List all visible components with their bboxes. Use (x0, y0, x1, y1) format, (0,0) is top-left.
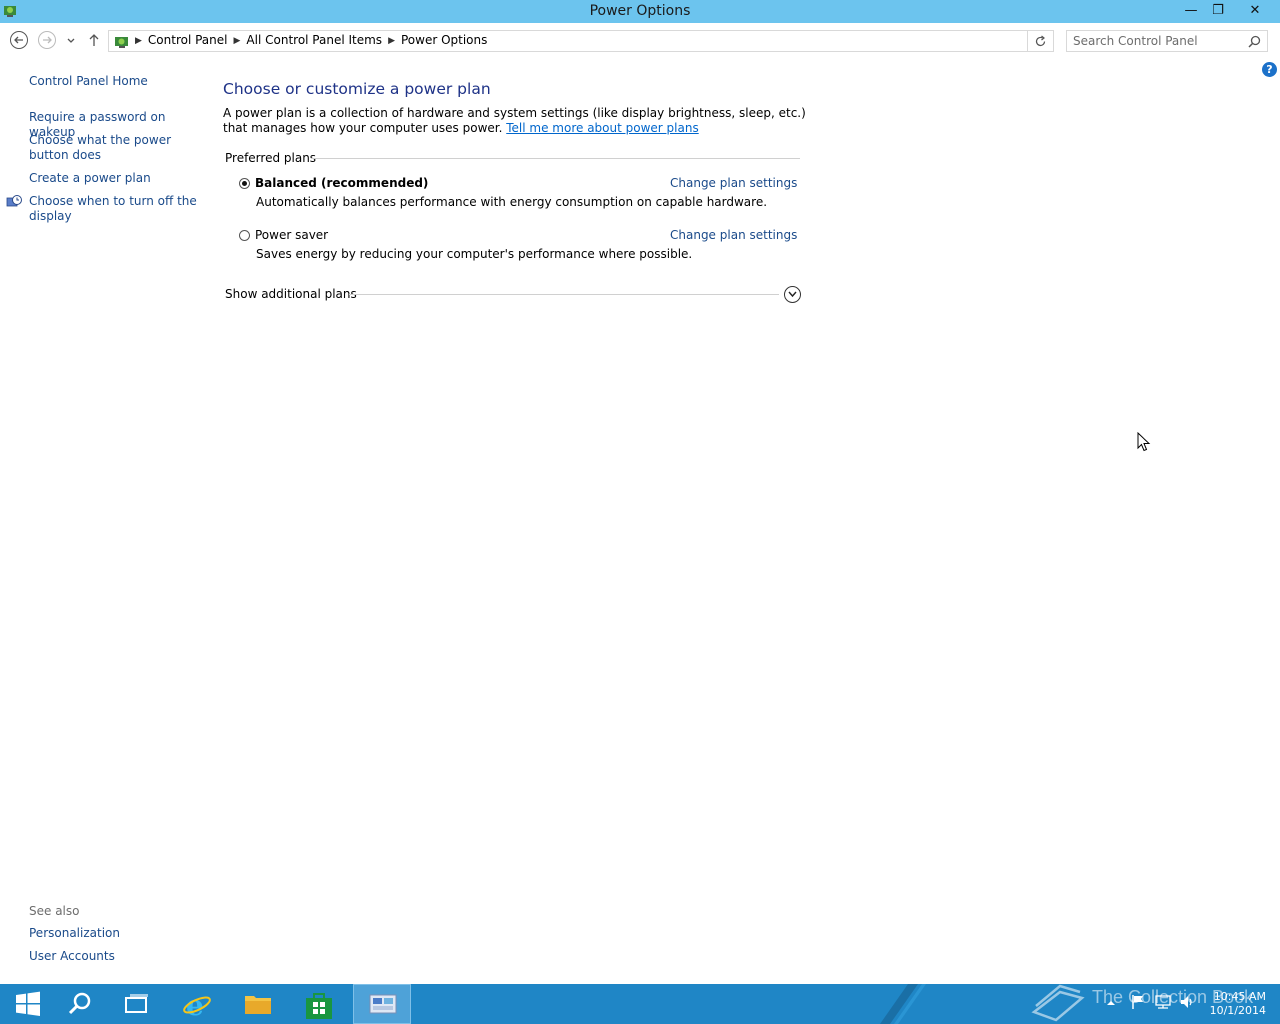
forward-button[interactable] (37, 30, 57, 50)
change-plan-settings-link[interactable]: Change plan settings (670, 228, 797, 242)
internet-explorer-icon: e (183, 990, 211, 1020)
chevron-down-icon (67, 38, 75, 43)
up-arrow-icon (89, 34, 99, 46)
see-also-label: See also (29, 904, 80, 918)
tell-me-more-link[interactable]: Tell me more about power plans (506, 121, 698, 135)
folder-icon (245, 996, 271, 1014)
personalization-link[interactable]: Personalization (29, 926, 199, 941)
search-input[interactable] (1073, 33, 1238, 49)
plan-name[interactable]: Balanced (recommended) (255, 176, 428, 190)
preferred-plans-label: Preferred plans (225, 151, 317, 165)
create-power-plan-link[interactable]: Create a power plan (29, 171, 199, 186)
back-button[interactable] (9, 30, 29, 50)
power-button-link[interactable]: Choose what the power button does (29, 133, 199, 163)
breadcrumb-separator-icon[interactable]: ▶ (234, 36, 241, 46)
preferred-plans-header: Preferred plans (225, 151, 800, 165)
navigation-bar: ▶ Control Panel ▶ All Control Panel Items ▶ P… (0, 28, 1280, 54)
control-panel-icon (369, 994, 397, 1014)
address-bar[interactable]: ▶ Control Panel ▶ All Control Panel Items ▶ P… (108, 30, 1133, 52)
balanced-radio[interactable] (239, 178, 250, 189)
internet-explorer-button[interactable]: e (168, 984, 226, 1024)
minimize-button[interactable]: — (1176, 0, 1206, 23)
start-button[interactable] (0, 984, 58, 1024)
turn-off-display-link[interactable]: Choose when to turn off the display (29, 194, 199, 224)
store-bag-icon (306, 993, 332, 1019)
close-button[interactable]: ✕ (1232, 0, 1278, 23)
window-title: Power Options (589, 3, 691, 19)
additional-plans-label[interactable]: Show additional plans (225, 287, 357, 301)
user-accounts-link[interactable]: User Accounts (29, 949, 199, 964)
help-icon[interactable]: ? (1262, 62, 1277, 77)
plan-description: Saves energy by reducing your computer's… (256, 247, 693, 261)
forward-arrow-icon (38, 31, 56, 49)
file-explorer-button[interactable] (229, 984, 287, 1024)
up-button[interactable] (86, 30, 102, 50)
recent-locations-dropdown[interactable] (64, 30, 78, 50)
breadcrumb-all-items[interactable]: All Control Panel Items (246, 33, 382, 47)
search-icon[interactable] (1248, 35, 1261, 48)
section-divider (311, 158, 800, 159)
task-view-button[interactable] (108, 984, 166, 1024)
breadcrumb-separator-icon[interactable]: ▶ (135, 36, 142, 46)
windows-logo-icon (16, 991, 40, 1016)
chevron-down-icon (788, 291, 797, 298)
breadcrumb-power-options[interactable]: Power Options (401, 33, 487, 47)
control-panel-home-link[interactable]: Control Panel Home (29, 74, 148, 88)
display-clock-icon (6, 195, 22, 207)
book-watermark-icon (1031, 984, 1085, 1022)
plan-description: Automatically balances performance with … (256, 195, 768, 209)
refresh-button[interactable] (1028, 30, 1054, 52)
mouse-cursor-icon (1137, 432, 1151, 452)
title-bar: Power Options — ❐ ✕ (0, 0, 1280, 23)
clock-time: 10:45 AM (1213, 990, 1266, 1003)
section-divider (349, 294, 779, 295)
change-plan-settings-link[interactable]: Change plan settings (670, 176, 797, 190)
power-saver-radio[interactable] (239, 230, 250, 241)
breadcrumb-separator-icon[interactable]: ▶ (388, 36, 395, 46)
search-taskbar-button[interactable] (52, 984, 110, 1024)
expand-button[interactable] (784, 286, 801, 303)
task-view-icon (125, 994, 148, 1013)
refresh-icon (1035, 35, 1046, 47)
breadcrumb-control-panel[interactable]: Control Panel (148, 33, 228, 47)
breadcrumb: ▶ Control Panel ▶ All Control Panel Items ▶ P… (135, 33, 487, 47)
taskbar-decoration (880, 984, 926, 1024)
back-arrow-icon (10, 31, 28, 49)
magnifier-icon (68, 992, 91, 1015)
control-panel-taskbar-button[interactable] (353, 984, 411, 1024)
left-pane: Control Panel Home Require a password on… (0, 64, 210, 974)
control-panel-icon (115, 37, 128, 48)
additional-plans-toggle[interactable]: Show additional plans (225, 286, 805, 303)
plan-name[interactable]: Power saver (255, 228, 328, 242)
intro-text: A power plan is a collection of hardware… (223, 106, 813, 136)
store-button[interactable] (290, 984, 348, 1024)
maximize-button[interactable]: ❐ (1203, 0, 1233, 23)
page-title: Choose or customize a power plan (223, 80, 491, 98)
system-clock[interactable]: 10:45 AM 10/1/2014 (1196, 990, 1266, 1018)
clock-date: 10/1/2014 (1209, 1004, 1266, 1017)
search-box[interactable] (1066, 30, 1268, 52)
